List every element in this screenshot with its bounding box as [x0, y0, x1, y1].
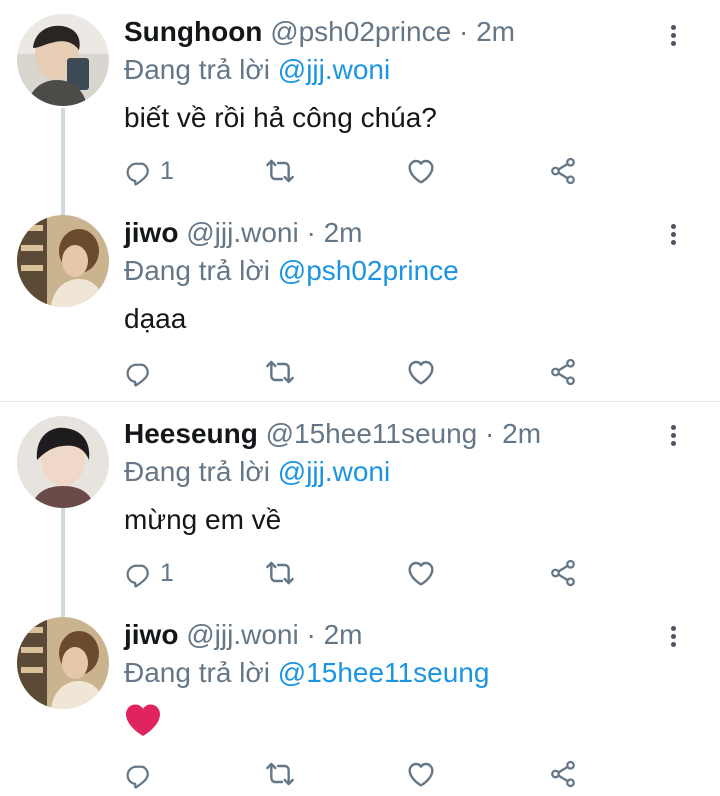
retweet-icon [264, 155, 296, 187]
tweet[interactable]: Sunghoon @psh02prince · 2m Đang trả lời … [0, 14, 720, 204]
replying-to: Đang trả lời @psh02prince [124, 253, 459, 289]
tweet[interactable]: jiwo @jjj.woni · 2m Đang trả lời @psh02p… [0, 215, 720, 395]
share-button[interactable] [548, 756, 578, 792]
tweet-text: biết về rồi hả công chúa? [124, 102, 437, 133]
tweet-header: Sunghoon @psh02prince · 2m [124, 14, 515, 50]
share-icon [548, 357, 578, 387]
tweet-header: jiwo @jjj.woni · 2m [124, 617, 362, 653]
retweet-icon [264, 557, 296, 589]
username[interactable]: @jjj.woni [186, 217, 298, 248]
display-name[interactable]: jiwo [124, 619, 178, 650]
username[interactable]: @15hee11seung [266, 418, 478, 449]
reply-icon [124, 357, 154, 387]
retweet-button[interactable] [264, 153, 296, 189]
tweet-header: Heeseung @15hee11seung · 2m [124, 416, 541, 452]
avatar[interactable] [17, 617, 109, 709]
timestamp[interactable]: 2m [324, 619, 363, 650]
reply-count: 1 [160, 156, 174, 185]
reply-icon [124, 156, 154, 186]
like-icon [405, 758, 437, 790]
mention-link[interactable]: @15hee11seung [278, 657, 490, 688]
timestamp[interactable]: 2m [502, 418, 541, 449]
tweet-actions: 1 [0, 153, 720, 189]
more-vertical-icon[interactable] [664, 22, 682, 52]
tweet-header: jiwo @jjj.woni · 2m [124, 215, 362, 251]
like-icon [405, 356, 437, 388]
like-icon [405, 155, 437, 187]
reply-count: 1 [160, 558, 174, 587]
more-vertical-icon[interactable] [664, 221, 682, 251]
mention-link[interactable]: @psh02prince [278, 255, 459, 286]
like-button[interactable] [405, 153, 437, 189]
replying-to-label: Đang trả lời [124, 54, 270, 85]
divider [0, 401, 720, 402]
heart-emoji-icon [126, 704, 160, 736]
reply-icon [124, 558, 154, 588]
share-icon [548, 156, 578, 186]
display-name[interactable]: Heeseung [124, 418, 258, 449]
display-name[interactable]: Sunghoon [124, 16, 262, 47]
share-icon [548, 558, 578, 588]
retweet-button[interactable] [264, 555, 296, 591]
timestamp[interactable]: 2m [476, 16, 515, 47]
username[interactable]: @psh02prince [270, 16, 451, 47]
reply-button[interactable]: 1 [124, 153, 174, 189]
reply-button[interactable]: 1 [124, 555, 174, 591]
tweet-actions [0, 756, 720, 792]
mention-link[interactable]: @jjj.woni [278, 54, 390, 85]
replying-to: Đang trả lời @15hee11seung [124, 655, 489, 691]
avatar[interactable] [17, 14, 109, 106]
like-button[interactable] [405, 354, 437, 390]
like-button[interactable] [405, 555, 437, 591]
reply-button[interactable] [124, 756, 160, 792]
like-icon [405, 557, 437, 589]
tweet[interactable]: Heeseung @15hee11seung · 2m Đang trả lời… [0, 416, 720, 606]
tweet-actions: 1 [0, 555, 720, 591]
tweet-text: dạaa [124, 303, 187, 334]
tweet-text: ❤️ [124, 703, 162, 742]
replying-to: Đang trả lời @jjj.woni [124, 454, 390, 490]
retweet-icon [264, 758, 296, 790]
replying-to-label: Đang trả lời [124, 657, 270, 688]
timestamp[interactable]: 2m [324, 217, 363, 248]
avatar[interactable] [17, 215, 109, 307]
more-vertical-icon[interactable] [664, 623, 682, 653]
more-vertical-icon[interactable] [664, 422, 682, 452]
share-button[interactable] [548, 354, 578, 390]
tweet-actions [0, 354, 720, 390]
reply-icon [124, 759, 154, 789]
avatar[interactable] [17, 416, 109, 508]
tweet-text: mừng em về [124, 504, 282, 535]
username[interactable]: @jjj.woni [186, 619, 298, 650]
replying-to-label: Đang trả lời [124, 255, 270, 286]
replying-to-label: Đang trả lời [124, 456, 270, 487]
replying-to: Đang trả lời @jjj.woni [124, 52, 390, 88]
share-icon [548, 759, 578, 789]
display-name[interactable]: jiwo [124, 217, 178, 248]
retweet-icon [264, 356, 296, 388]
separator: · [458, 16, 469, 47]
separator: · [485, 418, 495, 449]
share-button[interactable] [548, 555, 578, 591]
retweet-button[interactable] [264, 756, 296, 792]
like-button[interactable] [405, 756, 437, 792]
tweet[interactable]: jiwo @jjj.woni · 2m Đang trả lời @15hee1… [0, 617, 720, 796]
retweet-button[interactable] [264, 354, 296, 390]
mention-link[interactable]: @jjj.woni [278, 456, 390, 487]
separator: · [306, 217, 316, 248]
separator: · [306, 619, 316, 650]
reply-button[interactable] [124, 354, 160, 390]
share-button[interactable] [548, 153, 578, 189]
